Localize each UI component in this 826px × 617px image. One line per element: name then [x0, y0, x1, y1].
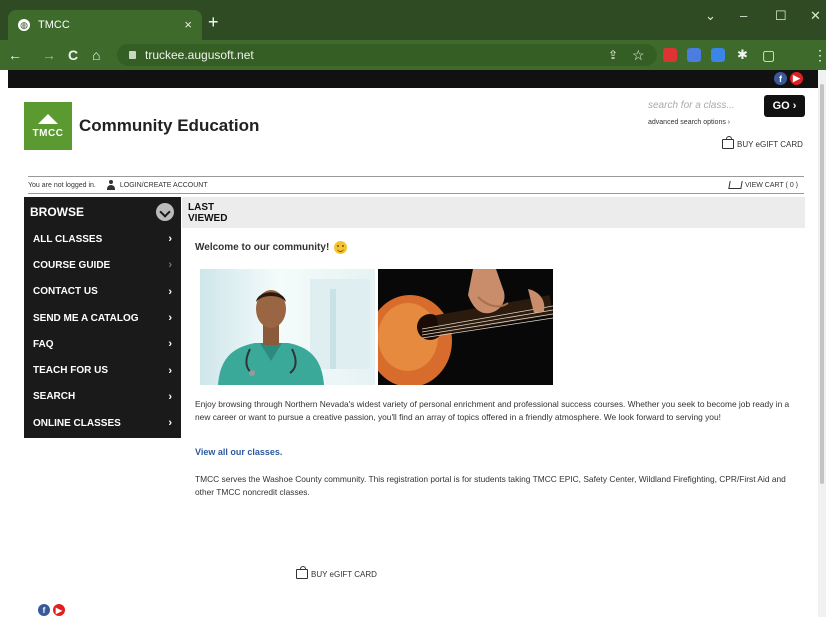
chevron-down-icon: ›	[168, 259, 172, 272]
chevron-right-icon: ›	[168, 417, 172, 430]
view-cart-link[interactable]: VIEW CART ( 0 )	[728, 181, 798, 189]
chevron-right-icon: ›	[168, 338, 172, 351]
buy-gift-card-bottom-link[interactable]: BUY eGIFT CARD	[296, 566, 377, 579]
tab-close-icon[interactable]: ×	[184, 17, 192, 32]
advanced-search-link[interactable]: advanced search options ›	[648, 119, 730, 126]
last-viewed-line2: VIEWED	[188, 213, 228, 224]
view-all-classes-link[interactable]: View all our classes.	[195, 447, 282, 457]
chevron-right-icon: ›	[168, 312, 172, 325]
smiley-icon	[334, 241, 348, 254]
extension-icon-blue[interactable]	[687, 48, 701, 62]
address-toolbar: ← → C ⌂ truckee.augusoft.net ⇪ ☆ ✱ ▢ ⋮	[0, 40, 826, 70]
tab-search-icon[interactable]: ⌄	[705, 8, 716, 24]
back-icon[interactable]: ←	[8, 47, 22, 63]
globe-icon: ◍	[18, 19, 30, 31]
browse-title: BROWSE	[30, 204, 84, 219]
close-window-icon[interactable]: ✕	[810, 8, 821, 24]
sidebar-item-search[interactable]: SEARCH ›	[24, 384, 181, 410]
sidebar-item-teach-for-us[interactable]: TEACH FOR US ›	[24, 357, 181, 383]
url-text: truckee.augusoft.net	[145, 48, 254, 62]
guitar-illustration	[378, 269, 553, 385]
site-title[interactable]: Community Education	[79, 116, 259, 136]
chevron-right-icon: ›	[168, 364, 172, 377]
buy-gift-card-link[interactable]: BUY eGIFT CARD	[722, 136, 803, 149]
user-icon	[106, 180, 116, 190]
extension-icon-red[interactable]	[663, 48, 677, 62]
sidebar-item-label: ALL CLASSES	[33, 233, 103, 245]
cart-icon	[728, 181, 743, 189]
lock-icon	[129, 51, 136, 59]
sidebar-item-course-guide[interactable]: COURSE GUIDE ›	[24, 252, 181, 278]
sidebar-item-label: ONLINE CLASSES	[33, 417, 121, 429]
browse-header[interactable]: BROWSE	[24, 197, 181, 226]
chevron-right-icon: ›	[168, 285, 172, 298]
sidebar-panel-icon[interactable]: ▢	[762, 47, 775, 63]
login-status: You are not logged in.	[28, 181, 96, 189]
sidebar-item-send-catalog[interactable]: SEND ME A CATALOG ›	[24, 305, 181, 331]
youtube-icon[interactable]: ▶	[53, 604, 65, 616]
notice-paragraph: TMCC serves the Washoe County community.…	[195, 474, 786, 497]
sidebar-item-contact-us[interactable]: CONTACT US ›	[24, 279, 181, 305]
sidebar-item-online-classes[interactable]: ONLINE CLASSES ›	[24, 410, 181, 436]
minimize-icon[interactable]: –	[740, 8, 747, 23]
page-scrollbar-thumb[interactable]	[820, 84, 824, 484]
restore-icon[interactable]: ☐	[775, 8, 787, 24]
gift-icon	[296, 566, 308, 579]
go-button[interactable]: GO ›	[764, 95, 805, 117]
tmcc-logo[interactable]: TMCC	[24, 102, 72, 150]
url-bar[interactable]: truckee.augusoft.net	[117, 44, 657, 66]
extension-icon-doc[interactable]	[711, 48, 725, 62]
youtube-icon[interactable]: ▶	[790, 72, 803, 85]
facebook-icon[interactable]: f	[38, 604, 50, 616]
share-icon[interactable]: ⇪	[608, 47, 618, 63]
top-social-bar: f ▶	[8, 70, 818, 88]
browser-tab[interactable]: ◍ TMCC ×	[8, 10, 202, 40]
tab-title: TMCC	[38, 19, 70, 31]
login-link[interactable]: LOGIN/CREATE ACCOUNT	[120, 182, 208, 189]
sidebar-item-all-classes[interactable]: ALL CLASSES ›	[24, 226, 181, 252]
nurse-photo	[200, 269, 375, 385]
last-viewed-header: LAST VIEWED	[182, 197, 805, 228]
mountain-icon	[38, 113, 58, 124]
sidebar-item-faq[interactable]: FAQ ›	[24, 331, 181, 357]
welcome-text: Welcome to our community!	[195, 242, 330, 253]
sidebar-item-label: TEACH FOR US	[33, 365, 108, 377]
class-search-input[interactable]	[648, 97, 758, 113]
gift-card-label: BUY eGIFT CARD	[311, 569, 377, 579]
gift-card-label: BUY eGIFT CARD	[737, 139, 803, 149]
facebook-icon[interactable]: f	[774, 72, 787, 85]
user-status-bar: You are not logged in. LOGIN/CREATE ACCO…	[28, 176, 804, 194]
bookmark-star-icon[interactable]: ☆	[632, 47, 645, 63]
home-icon[interactable]: ⌂	[92, 47, 100, 63]
sidebar-item-label: SEARCH	[33, 391, 76, 403]
intro-paragraph: Enjoy browsing through Northern Nevada's…	[195, 399, 790, 422]
nurse-illustration	[218, 279, 370, 385]
collapse-chevron-icon[interactable]	[156, 202, 174, 221]
sidebar-item-label: FAQ	[33, 338, 54, 350]
browse-sidebar: BROWSE ALL CLASSES › COURSE GUIDE › CONT…	[24, 197, 181, 438]
guitar-photo	[378, 269, 553, 385]
logo-text: TMCC	[32, 127, 64, 139]
chevron-right-icon: ›	[168, 233, 172, 246]
extensions-puzzle-icon[interactable]: ✱	[737, 47, 748, 63]
chevron-right-icon: ›	[168, 390, 172, 403]
cart-label: VIEW CART ( 0 )	[744, 181, 798, 189]
reload-icon[interactable]: C	[68, 47, 78, 63]
forward-icon[interactable]: →	[42, 47, 56, 63]
sidebar-item-label: COURSE GUIDE	[33, 259, 111, 271]
last-viewed-line1: LAST	[188, 202, 215, 213]
browser-tab-strip: ◍ TMCC × + ⌄ – ☐ ✕	[0, 0, 826, 40]
gift-icon	[722, 136, 734, 149]
new-tab-button[interactable]: +	[208, 13, 219, 31]
welcome-heading: Welcome to our community!	[195, 241, 348, 254]
more-menu-icon[interactable]: ⋮	[813, 47, 826, 63]
sidebar-item-label: CONTACT US	[33, 286, 98, 298]
sidebar-item-label: SEND ME A CATALOG	[33, 312, 139, 324]
